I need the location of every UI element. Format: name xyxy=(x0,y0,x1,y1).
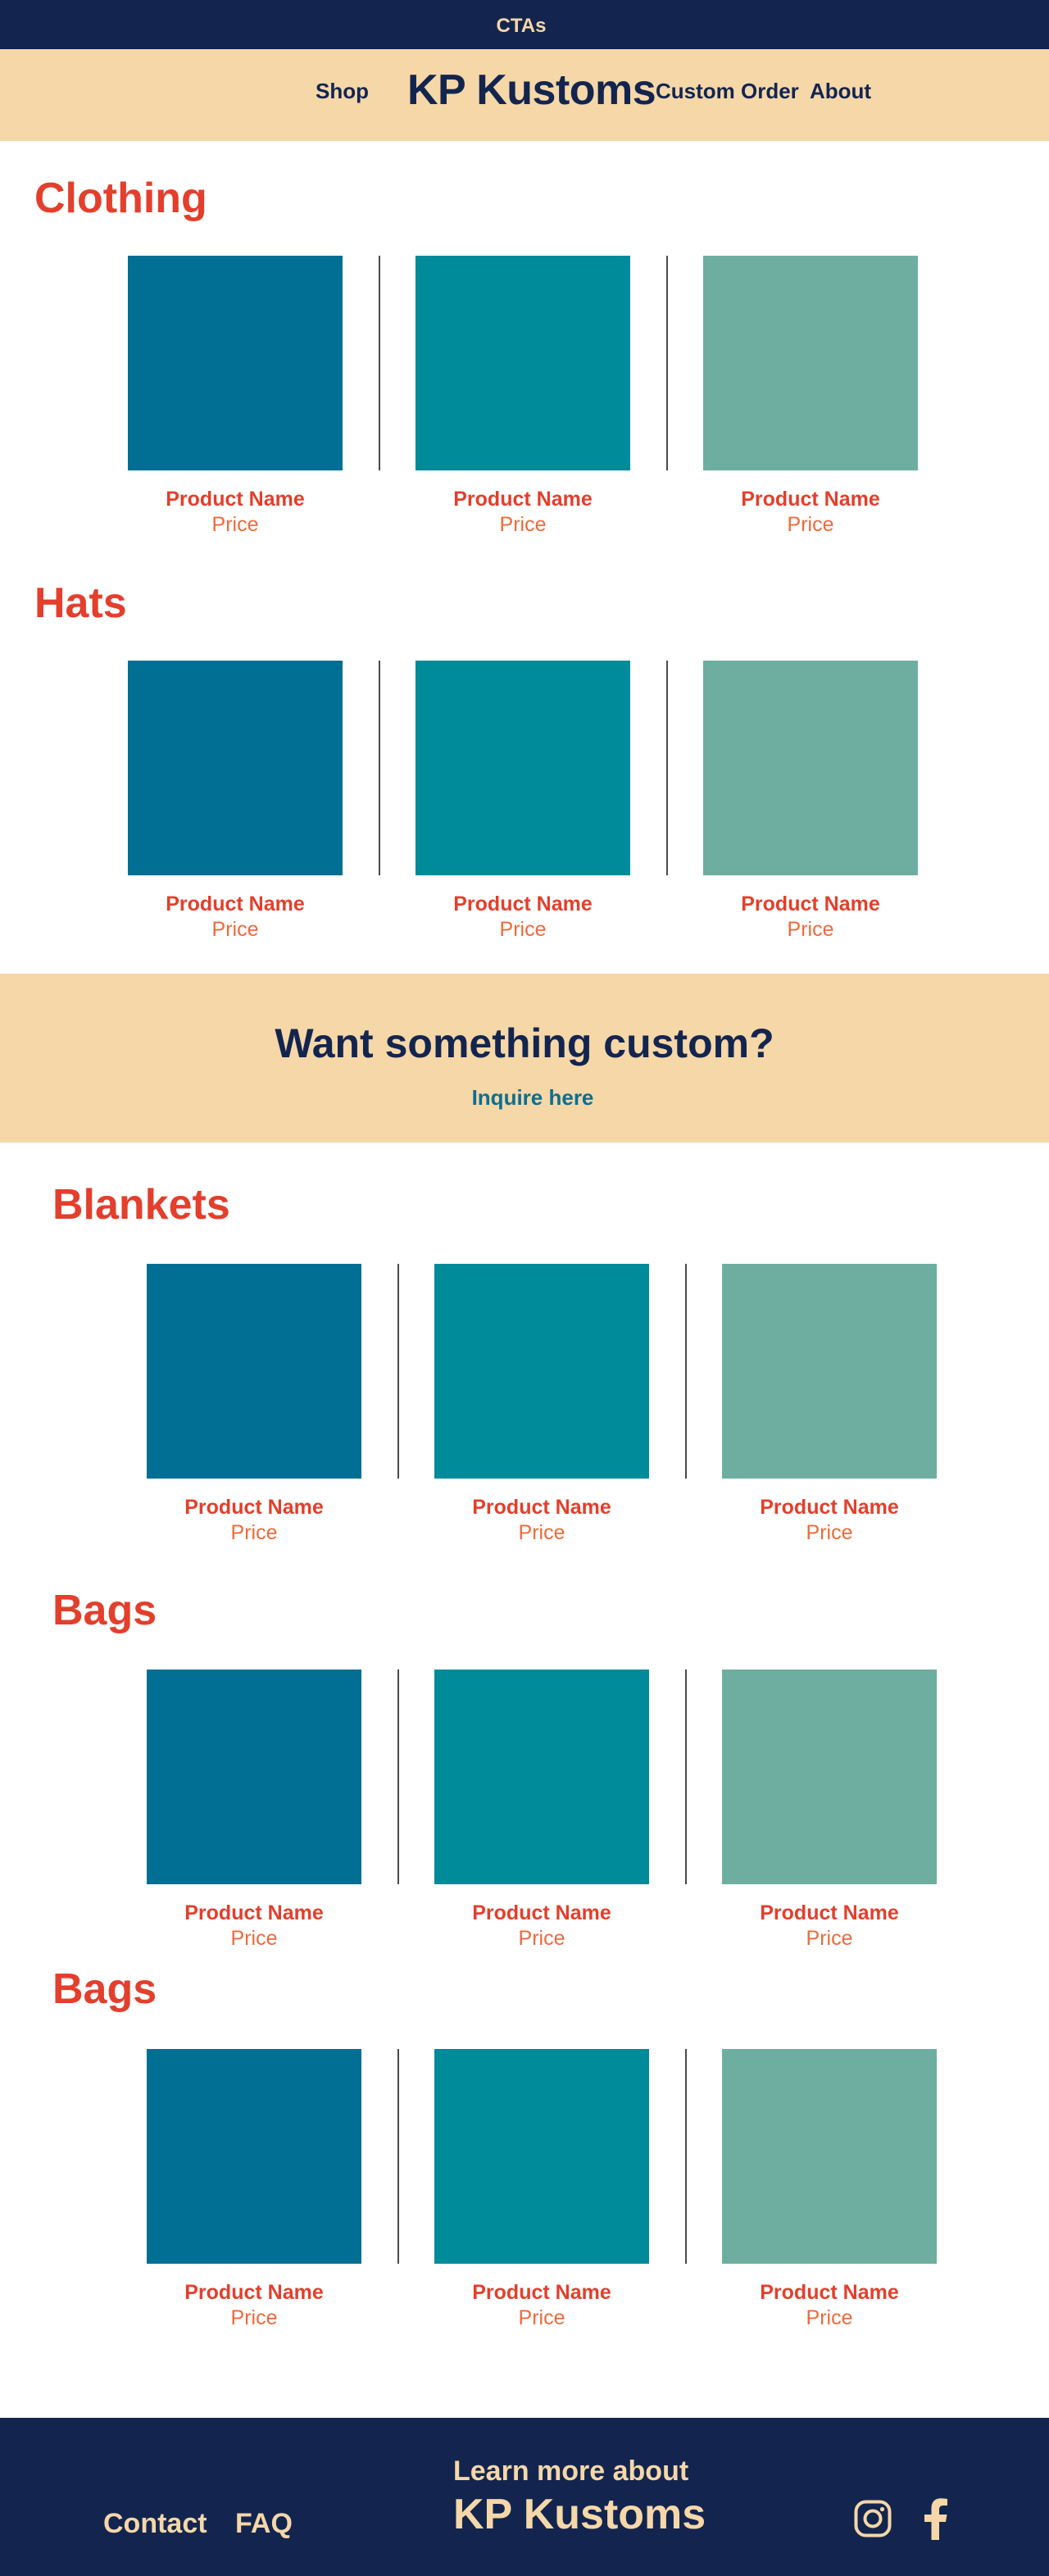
product-price: Price xyxy=(211,918,259,941)
product-card[interactable]: Product Name Price xyxy=(147,2049,361,2331)
product-image[interactable] xyxy=(147,1670,361,1884)
facebook-icon[interactable] xyxy=(920,2497,950,2544)
product-price: Price xyxy=(499,513,547,536)
product-image[interactable] xyxy=(434,2049,649,2264)
product-name[interactable]: Product Name xyxy=(434,1901,649,1925)
product-name[interactable]: Product Name xyxy=(128,487,343,511)
product-price: Price xyxy=(518,1521,565,1544)
site-footer: Contact FAQ Learn more about KP Kustoms xyxy=(0,2418,1049,2576)
product-divider xyxy=(685,1264,687,1479)
product-divider xyxy=(397,1264,399,1479)
product-image[interactable] xyxy=(147,1264,361,1479)
product-price: Price xyxy=(499,918,547,941)
product-name[interactable]: Product Name xyxy=(128,892,343,916)
product-divider xyxy=(685,1670,687,1884)
product-price: Price xyxy=(518,2306,565,2329)
product-card[interactable]: Product Name Price xyxy=(147,1264,361,1546)
product-price: Price xyxy=(211,513,259,536)
product-image[interactable] xyxy=(416,256,630,470)
footer-faq-link[interactable]: FAQ xyxy=(235,2508,293,2540)
product-card[interactable]: Product Name Price xyxy=(434,2049,649,2331)
product-card[interactable]: Product Name Price xyxy=(722,2049,937,2331)
product-name[interactable]: Product Name xyxy=(703,892,918,916)
product-divider xyxy=(379,661,380,875)
product-card[interactable]: Product Name Price xyxy=(416,661,630,943)
product-card[interactable]: Product Name Price xyxy=(147,1670,361,1951)
product-image[interactable] xyxy=(147,2049,361,2264)
footer-contact-link[interactable]: Contact xyxy=(103,2508,207,2540)
custom-order-banner: Want something custom? Inquire here xyxy=(0,974,1049,1143)
product-name[interactable]: Product Name xyxy=(722,1901,937,1925)
product-image[interactable] xyxy=(128,256,343,470)
product-name[interactable]: Product Name xyxy=(147,1495,361,1520)
product-divider xyxy=(666,661,668,875)
product-divider xyxy=(397,1670,399,1884)
product-image[interactable] xyxy=(434,1264,649,1479)
product-price: Price xyxy=(230,1927,278,1950)
product-name[interactable]: Product Name xyxy=(147,2280,361,2305)
product-name[interactable]: Product Name xyxy=(703,487,918,511)
product-price: Price xyxy=(806,2306,853,2329)
nav-shop[interactable]: Shop xyxy=(316,79,369,104)
product-price: Price xyxy=(518,1927,565,1950)
product-image[interactable] xyxy=(416,661,630,875)
instagram-icon[interactable] xyxy=(854,2500,892,2542)
section-title: Bags xyxy=(52,1587,157,1634)
product-card[interactable]: Product Name Price xyxy=(416,256,630,538)
custom-headline: Want something custom? xyxy=(275,1020,774,1066)
section-title: Blankets xyxy=(52,1181,230,1229)
product-card[interactable]: Product Name Price xyxy=(128,256,343,538)
product-divider xyxy=(666,256,668,470)
product-price: Price xyxy=(806,1927,853,1950)
product-image[interactable] xyxy=(128,661,343,875)
product-image[interactable] xyxy=(703,256,918,470)
inquire-link[interactable]: Inquire here xyxy=(0,1085,1049,1111)
product-card[interactable]: Product Name Price xyxy=(128,661,343,943)
nav-custom-order[interactable]: Custom Order xyxy=(656,79,799,104)
product-card[interactable]: Product Name Price xyxy=(722,1670,937,1951)
product-card[interactable]: Product Name Price xyxy=(434,1264,649,1546)
site-header: Shop KP Kustoms Custom Order About xyxy=(0,49,1049,141)
product-price: Price xyxy=(787,513,834,536)
product-divider xyxy=(379,256,380,470)
product-name[interactable]: Product Name xyxy=(147,1901,361,1925)
product-name[interactable]: Product Name xyxy=(722,2280,937,2305)
product-image[interactable] xyxy=(722,1670,937,1884)
product-price: Price xyxy=(806,1521,853,1544)
product-name[interactable]: Product Name xyxy=(434,2280,649,2305)
footer-brand[interactable]: KP Kustoms xyxy=(453,2490,706,2539)
footer-learn-more: Learn more about xyxy=(453,2456,689,2487)
product-card[interactable]: Product Name Price xyxy=(434,1670,649,1951)
product-price: Price xyxy=(230,1521,278,1544)
top-cta-bar[interactable]: CTAs xyxy=(0,0,1049,49)
product-name[interactable]: Product Name xyxy=(722,1495,937,1520)
product-image[interactable] xyxy=(722,1264,937,1479)
section-title: Clothing xyxy=(34,175,207,222)
section-title: Bags xyxy=(52,1965,157,2013)
product-card[interactable]: Product Name Price xyxy=(703,661,918,943)
product-name[interactable]: Product Name xyxy=(416,892,630,916)
brand-logo[interactable]: KP Kustoms xyxy=(407,66,656,115)
product-name[interactable]: Product Name xyxy=(416,487,630,511)
nav-about[interactable]: About xyxy=(810,79,871,104)
product-price: Price xyxy=(230,2306,278,2329)
product-divider xyxy=(397,2049,399,2264)
product-image[interactable] xyxy=(434,1670,649,1884)
product-name[interactable]: Product Name xyxy=(434,1495,649,1520)
top-cta-text[interactable]: CTAs xyxy=(497,15,547,38)
section-title: Hats xyxy=(34,579,127,627)
product-card[interactable]: Product Name Price xyxy=(703,256,918,538)
product-image[interactable] xyxy=(722,2049,937,2264)
product-card[interactable]: Product Name Price xyxy=(722,1264,937,1546)
product-image[interactable] xyxy=(703,661,918,875)
product-price: Price xyxy=(787,918,834,941)
product-divider xyxy=(685,2049,687,2264)
